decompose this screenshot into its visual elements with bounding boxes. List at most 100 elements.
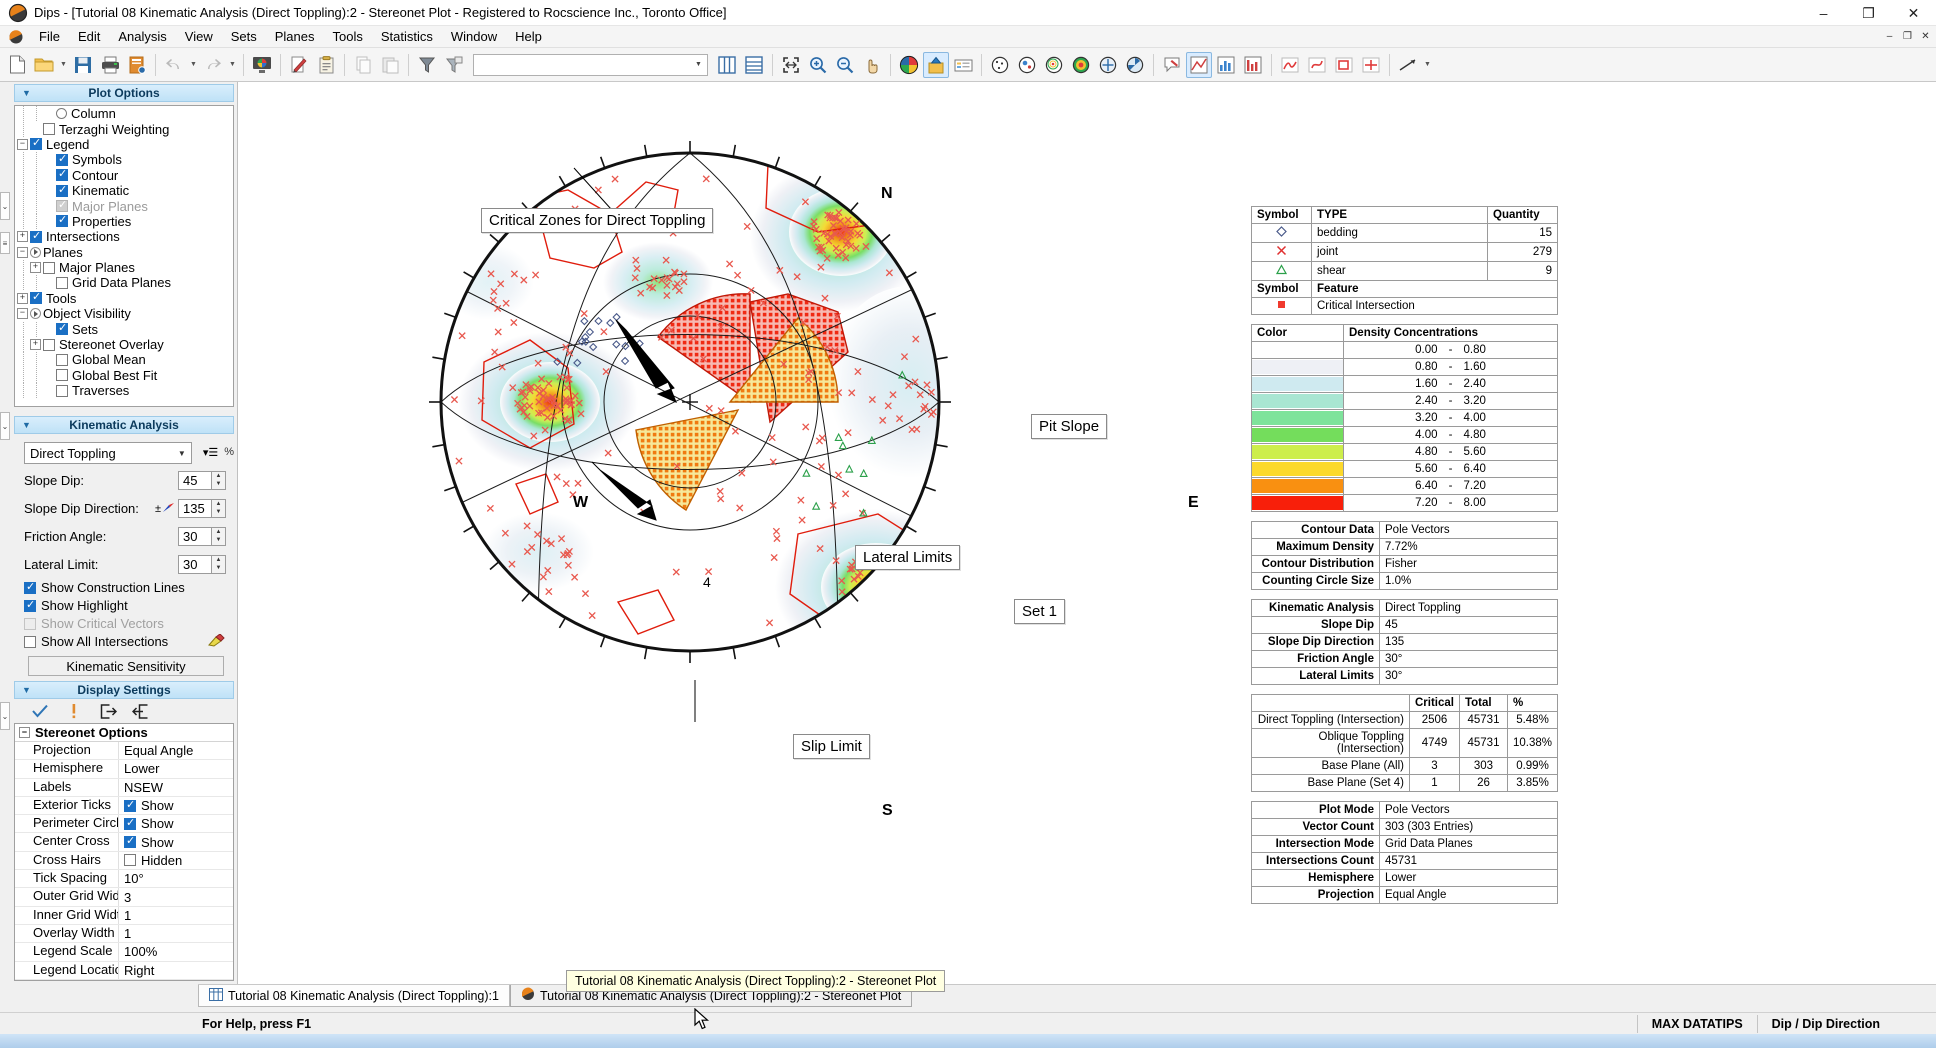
tree-item-symbols[interactable]: Symbols bbox=[15, 152, 233, 167]
histogram-icon[interactable] bbox=[1213, 52, 1239, 78]
kinematic-mode-select[interactable]: Direct Toppling ▼ bbox=[24, 442, 192, 464]
print-preview-icon[interactable] bbox=[124, 52, 150, 78]
tree-radio[interactable] bbox=[56, 108, 67, 119]
field-input[interactable]: 30 bbox=[178, 527, 212, 546]
redo-icon[interactable] bbox=[200, 52, 226, 78]
display-settings-header[interactable]: ▼ Display Settings bbox=[14, 681, 234, 699]
color-fill-icon[interactable] bbox=[1068, 52, 1094, 78]
collapse-box-icon[interactable]: − bbox=[19, 727, 30, 738]
option-cross-hairs[interactable]: Cross HairsHidden bbox=[15, 852, 233, 870]
open-folder-dropdown-icon[interactable]: ▼ bbox=[58, 52, 69, 78]
checkbox-show-all-intersections[interactable]: Show All Intersections bbox=[14, 633, 234, 650]
collapse-triangle-icon[interactable]: ▼ bbox=[22, 685, 31, 695]
mdi-minimize-button[interactable]: – bbox=[1881, 28, 1898, 44]
field-stepper[interactable]: ▲▼ bbox=[212, 471, 226, 490]
stereonet-diagram[interactable]: 4 bbox=[238, 82, 1248, 862]
advanced-filter-icon[interactable] bbox=[441, 52, 467, 78]
option-labels[interactable]: LabelsNSEW bbox=[15, 779, 233, 797]
chevron-down-icon[interactable]: ▼ bbox=[690, 55, 707, 75]
tree-checkbox[interactable] bbox=[43, 339, 55, 351]
tree-checkbox[interactable] bbox=[56, 369, 68, 381]
datatips-icon[interactable] bbox=[1159, 52, 1185, 78]
tree-item-planes[interactable]: −Planes bbox=[15, 245, 233, 260]
field-input[interactable]: 45 bbox=[178, 471, 212, 490]
menu-window[interactable]: Window bbox=[442, 27, 506, 46]
marker-tool-4-icon[interactable] bbox=[1358, 52, 1384, 78]
callout-pit-slope[interactable]: Pit Slope bbox=[1031, 414, 1107, 439]
menu-edit[interactable]: Edit bbox=[69, 27, 109, 46]
kinematic-sensitivity-button[interactable]: Kinematic Sensitivity bbox=[28, 656, 224, 676]
tree-item-global-best-fit[interactable]: Global Best Fit bbox=[15, 368, 233, 383]
callout-critical-zones-for-direct-toppling[interactable]: Critical Zones for Direct Toppling bbox=[481, 208, 713, 233]
copy-icon[interactable] bbox=[350, 52, 376, 78]
option-tick-spacing[interactable]: Tick Spacing10° bbox=[15, 870, 233, 888]
checkbox-box[interactable] bbox=[24, 600, 36, 612]
tree-item-contour[interactable]: Contour bbox=[15, 168, 233, 183]
tree-item-stereonet-overlay[interactable]: +Stereonet Overlay bbox=[15, 337, 233, 352]
close-button[interactable]: ✕ bbox=[1891, 0, 1936, 26]
zoom-out-icon[interactable] bbox=[832, 52, 858, 78]
tree-item-column[interactable]: Column bbox=[15, 106, 233, 121]
marker-tool-2-icon[interactable] bbox=[1304, 52, 1330, 78]
tree-checkbox[interactable] bbox=[56, 277, 68, 289]
expand-icon[interactable]: + bbox=[30, 339, 41, 350]
panel-tab-1[interactable]: ⌄ bbox=[0, 192, 10, 220]
option-hemisphere[interactable]: HemisphereLower bbox=[15, 760, 233, 778]
option-legend-scale[interactable]: Legend Scale100% bbox=[15, 943, 233, 961]
tree-item-legend[interactable]: −Legend bbox=[15, 137, 233, 152]
tree-checkbox[interactable] bbox=[43, 123, 55, 135]
option-checkbox[interactable] bbox=[124, 818, 136, 830]
callout-lateral-limits[interactable]: Lateral Limits bbox=[855, 545, 960, 570]
status-pane-datatips[interactable]: MAX DATATIPS bbox=[1637, 1015, 1757, 1033]
tree-item-sets[interactable]: Sets bbox=[15, 321, 233, 336]
chevron-down-icon[interactable]: ▼ bbox=[173, 449, 191, 458]
kinematic-analysis-icon[interactable] bbox=[1186, 52, 1212, 78]
tree-checkbox[interactable] bbox=[56, 154, 68, 166]
mdi-restore-button[interactable]: ❐ bbox=[1899, 28, 1916, 44]
tree-node-icon[interactable] bbox=[30, 247, 41, 258]
dimension-tool-icon[interactable] bbox=[1395, 52, 1421, 78]
tree-item-terzaghi-weighting[interactable]: Terzaghi Weighting bbox=[15, 121, 233, 136]
plot-options-header[interactable]: ▼ Plot Options bbox=[14, 84, 234, 102]
kinematic-analysis-header[interactable]: ▼ Kinematic Analysis bbox=[14, 416, 234, 434]
option-checkbox[interactable] bbox=[124, 836, 136, 848]
field-stepper[interactable]: ▲▼ bbox=[212, 527, 226, 546]
option-center-cross[interactable]: Center CrossShow bbox=[15, 833, 233, 851]
menu-sets[interactable]: Sets bbox=[222, 27, 266, 46]
list-menu-icon[interactable]: ▾☰ bbox=[203, 446, 218, 459]
callout-slip-limit[interactable]: Slip Limit bbox=[793, 734, 870, 759]
scatter-plot-icon[interactable] bbox=[1014, 52, 1040, 78]
menu-planes[interactable]: Planes bbox=[266, 27, 324, 46]
dip-vector-icon[interactable] bbox=[1095, 52, 1121, 78]
tree-node-icon[interactable] bbox=[30, 308, 41, 319]
rosette-icon[interactable] bbox=[1122, 52, 1148, 78]
pole-vectors-icon[interactable] bbox=[987, 52, 1013, 78]
contour-plot-icon[interactable] bbox=[1041, 52, 1067, 78]
apply-check-icon[interactable] bbox=[28, 700, 52, 722]
menu-file[interactable]: File bbox=[30, 27, 69, 46]
mdi-close-button[interactable]: ✕ bbox=[1917, 28, 1934, 44]
tree-checkbox[interactable] bbox=[30, 231, 42, 243]
chart-icon[interactable] bbox=[1240, 52, 1266, 78]
collapse-icon[interactable]: − bbox=[17, 247, 28, 258]
menu-help[interactable]: Help bbox=[506, 27, 551, 46]
edit-properties-icon[interactable] bbox=[286, 52, 312, 78]
checkbox-box[interactable] bbox=[24, 618, 36, 630]
tree-item-object-visibility[interactable]: −Object Visibility bbox=[15, 306, 233, 321]
menu-view[interactable]: View bbox=[176, 27, 222, 46]
collapse-icon[interactable]: − bbox=[17, 308, 28, 319]
option-inner-grid-width[interactable]: Inner Grid Width1 bbox=[15, 907, 233, 925]
highlight-pen-icon[interactable] bbox=[208, 634, 226, 650]
clipboard-icon[interactable] bbox=[313, 52, 339, 78]
expand-icon[interactable]: + bbox=[17, 231, 28, 242]
option-checkbox[interactable] bbox=[124, 854, 136, 866]
plot-options-tree[interactable]: ColumnTerzaghi Weighting−LegendSymbolsCo… bbox=[14, 105, 234, 407]
tree-checkbox[interactable] bbox=[56, 354, 68, 366]
tree-checkbox[interactable] bbox=[30, 138, 42, 150]
callout-set-1[interactable]: Set 1 bbox=[1014, 599, 1065, 624]
pan-icon[interactable] bbox=[859, 52, 885, 78]
plus-minus-compass-icon[interactable]: ± bbox=[155, 501, 176, 515]
checkbox-show-highlight[interactable]: Show Highlight bbox=[14, 597, 234, 614]
import-settings-icon[interactable] bbox=[128, 700, 152, 722]
stereonet-plot-area[interactable]: 4 NESW Critical Zones for Direct Topplin… bbox=[238, 82, 1936, 984]
